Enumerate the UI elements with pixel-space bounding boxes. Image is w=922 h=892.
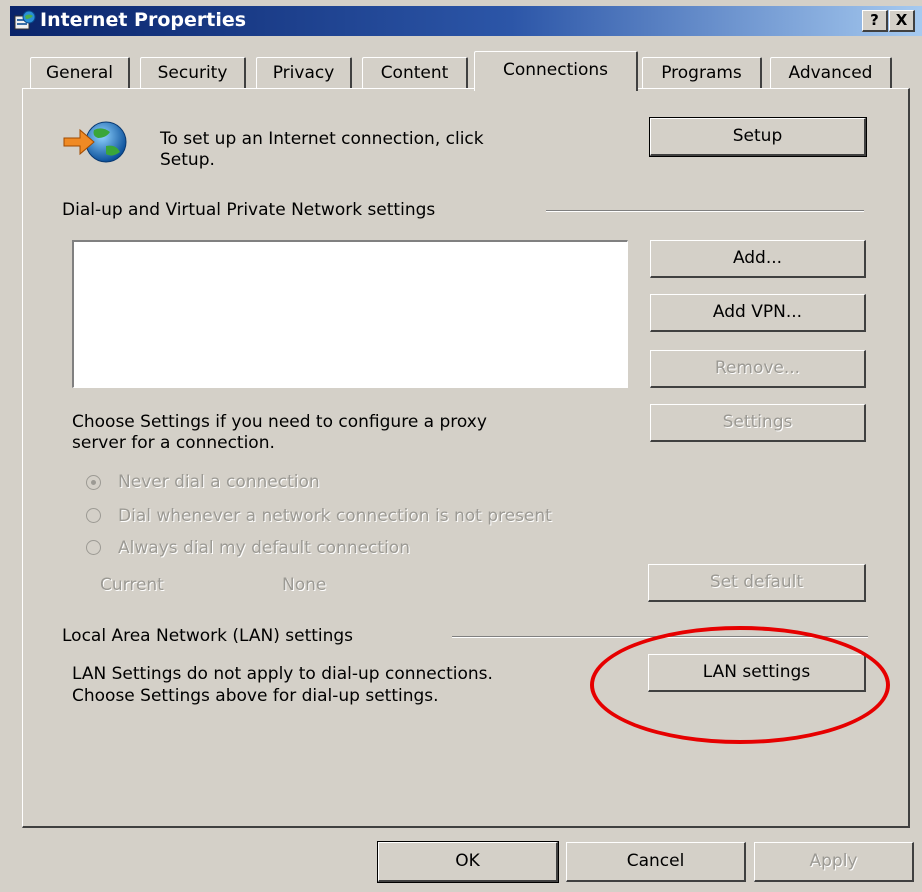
tab-general[interactable]: General	[30, 57, 130, 89]
set-default-button[interactable]: Set default	[648, 564, 866, 602]
tab-programs[interactable]: Programs	[642, 57, 762, 89]
dialup-group-divider	[546, 210, 864, 212]
cancel-button[interactable]: Cancel	[566, 842, 746, 882]
setup-text-line2: Setup.	[160, 150, 215, 170]
settings-button[interactable]: Settings	[650, 404, 866, 442]
window-title: Internet Properties	[40, 9, 247, 31]
ok-button[interactable]: OK	[377, 841, 559, 883]
proxy-text-line2: server for a connection.	[72, 433, 275, 453]
internet-options-icon	[14, 10, 36, 30]
remove-button[interactable]: Remove...	[650, 350, 866, 388]
close-button[interactable]: X	[889, 10, 915, 32]
tab-privacy[interactable]: Privacy	[256, 57, 352, 89]
current-value: None	[282, 575, 327, 595]
radio-dial-whenever-label: Dial whenever a network connection is no…	[118, 506, 552, 526]
radio-never-dial[interactable]	[86, 475, 101, 490]
tab-connections[interactable]: Connections	[474, 51, 638, 91]
lan-text-line2: Choose Settings above for dial-up settin…	[72, 686, 439, 706]
lan-text-line1: LAN Settings do not apply to dial-up con…	[72, 664, 493, 684]
help-button[interactable]: ?	[862, 10, 888, 32]
connections-list[interactable]	[72, 240, 628, 388]
dialup-group-label: Dial-up and Virtual Private Network sett…	[62, 200, 436, 220]
radio-never-dial-label: Never dial a connection	[118, 472, 320, 492]
proxy-text-line1: Choose Settings if you need to configure…	[72, 412, 487, 432]
tab-security[interactable]: Security	[140, 57, 246, 89]
current-label: Current	[100, 575, 164, 595]
add-button[interactable]: Add...	[650, 240, 866, 278]
radio-always-dial-label: Always dial my default connection	[118, 538, 410, 558]
lan-group-label: Local Area Network (LAN) settings	[62, 626, 354, 646]
radio-always-dial[interactable]	[86, 540, 101, 555]
globe-arrow-icon	[63, 121, 127, 163]
add-vpn-button[interactable]: Add VPN...	[650, 294, 866, 332]
setup-text-line1: To set up an Internet connection, click	[160, 129, 484, 149]
tab-content[interactable]: Content	[362, 57, 468, 89]
title-bar[interactable]: Internet Properties ? X	[10, 6, 922, 36]
highlight-ellipse	[590, 626, 890, 744]
radio-dial-whenever[interactable]	[86, 508, 101, 523]
tab-advanced[interactable]: Advanced	[770, 57, 892, 89]
apply-button[interactable]: Apply	[754, 842, 914, 882]
setup-button[interactable]: Setup	[649, 117, 867, 157]
